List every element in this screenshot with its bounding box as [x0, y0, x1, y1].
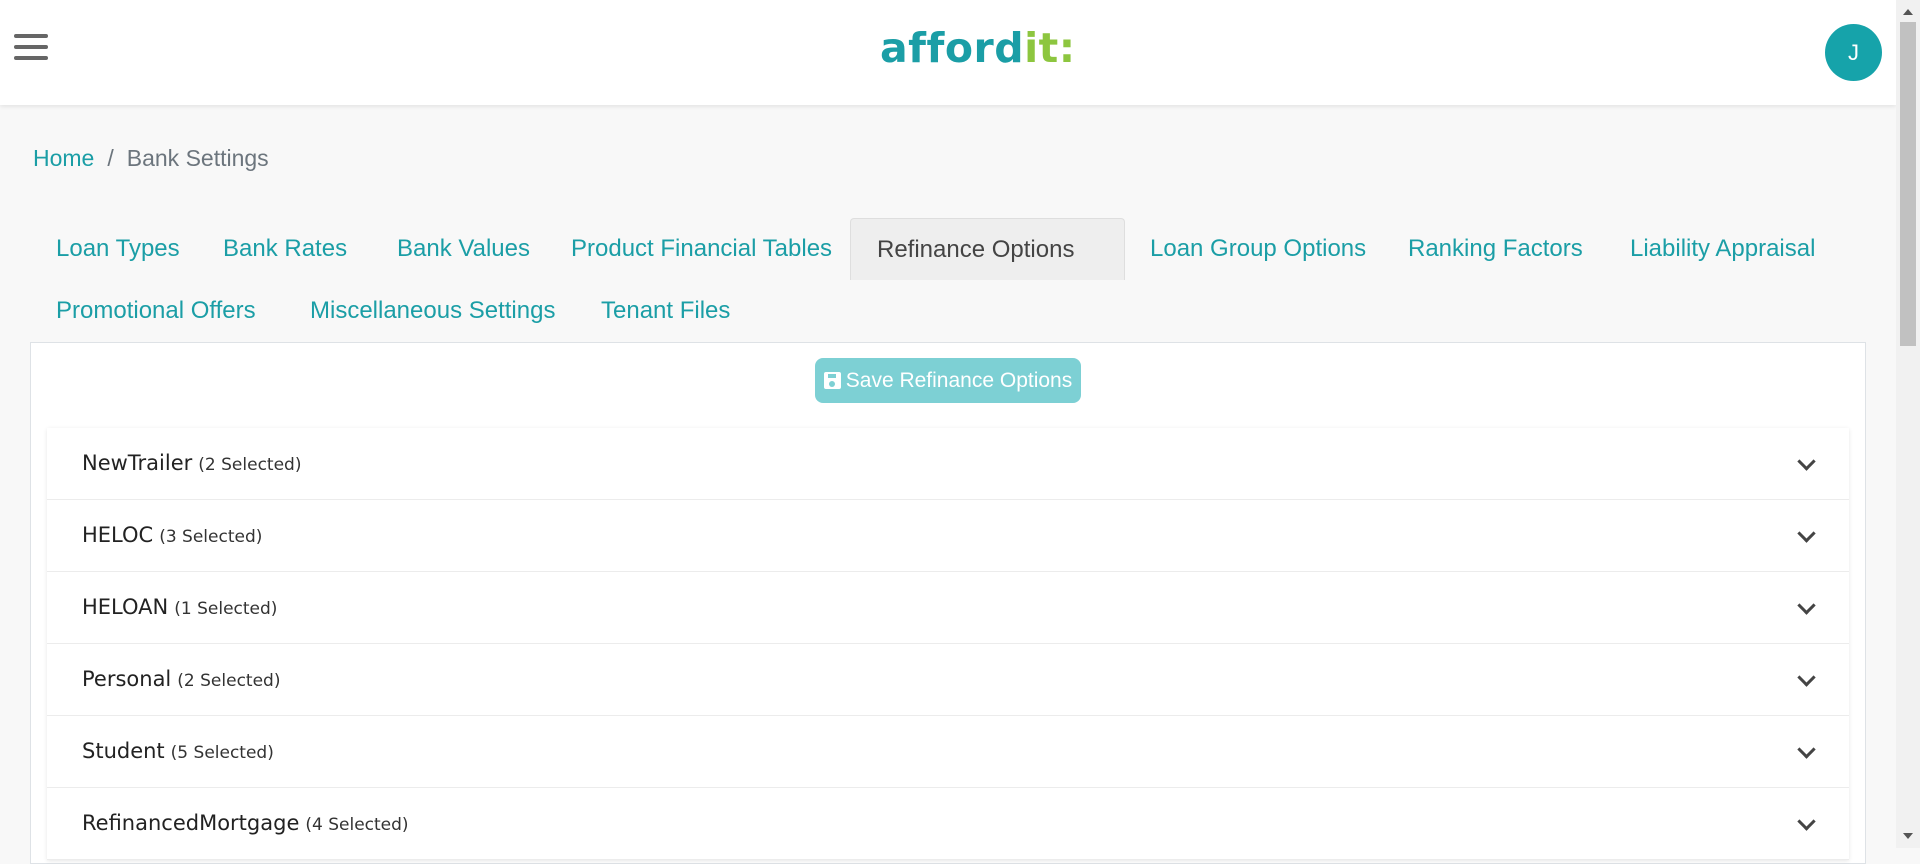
loan-type-accordion: NewTrailer (2 Selected) HELOC (3 Selected)… — [47, 428, 1849, 860]
top-navbar: affordit: J — [0, 0, 1896, 105]
tab-loan-group-options[interactable]: Loan Group Options — [1124, 218, 1392, 280]
selected-count: (2 Selected) — [177, 671, 281, 691]
tab-loan-types[interactable]: Loan Types — [30, 218, 206, 280]
chevron-down-icon[interactable] — [1797, 596, 1816, 615]
accordion-item-title: HELOAN (1 Selected) — [82, 595, 277, 619]
loan-type-name: Student — [82, 739, 165, 763]
tab-tenant-files[interactable]: Tenant Files — [575, 280, 756, 342]
chevron-down-icon[interactable] — [1797, 812, 1816, 831]
accordion-item-title: NewTrailer (2 Selected) — [82, 451, 301, 475]
accordion-item-personal[interactable]: Personal (2 Selected) — [47, 644, 1849, 716]
scroll-down-arrow-icon[interactable] — [1903, 833, 1913, 839]
chevron-down-icon[interactable] — [1797, 452, 1816, 471]
accordion-item-title: HELOC (3 Selected) — [82, 523, 262, 547]
breadcrumb: Home / Bank Settings — [33, 145, 269, 172]
chevron-down-icon[interactable] — [1797, 740, 1816, 759]
selected-count: (2 Selected) — [198, 455, 302, 475]
save-refinance-options-button[interactable]: Save Refinance Options — [815, 358, 1081, 403]
menu-icon[interactable] — [14, 34, 48, 68]
breadcrumb-home-link[interactable]: Home — [33, 145, 94, 171]
accordion-item-title: RefinancedMortgage (4 Selected) — [82, 811, 409, 835]
accordion-item-heloc[interactable]: HELOC (3 Selected) — [47, 500, 1849, 572]
tab-ranking-factors[interactable]: Ranking Factors — [1382, 218, 1609, 280]
loan-type-name: Personal — [82, 667, 172, 691]
selected-count: (1 Selected) — [174, 599, 278, 619]
tab-product-financial-tables[interactable]: Product Financial Tables — [545, 218, 858, 280]
accordion-item-heloan[interactable]: HELOAN (1 Selected) — [47, 572, 1849, 644]
accordion-item-refinancedmortgage[interactable]: RefinancedMortgage (4 Selected) — [47, 788, 1849, 860]
tab-bank-values[interactable]: Bank Values — [371, 218, 556, 280]
breadcrumb-separator: / — [107, 145, 114, 171]
accordion-item-newtrailer[interactable]: NewTrailer (2 Selected) — [47, 428, 1849, 500]
tab-miscellaneous-settings[interactable]: Miscellaneous Settings — [284, 280, 581, 342]
loan-type-name: HELOC — [82, 523, 154, 547]
breadcrumb-current: Bank Settings — [126, 145, 269, 171]
chevron-down-icon[interactable] — [1797, 524, 1816, 543]
selected-count: (5 Selected) — [170, 743, 274, 763]
save-icon — [823, 372, 841, 389]
accordion-item-title: Personal (2 Selected) — [82, 667, 280, 691]
tab-refinance-options[interactable]: Refinance Options — [850, 218, 1125, 280]
tab-bank-rates[interactable]: Bank Rates — [197, 218, 373, 280]
tab-promotional-offers[interactable]: Promotional Offers — [30, 280, 282, 342]
accordion-item-student[interactable]: Student (5 Selected) — [47, 716, 1849, 788]
user-avatar[interactable]: J — [1825, 24, 1882, 81]
logo-text-part1: afford — [880, 24, 1025, 72]
affordit-logo[interactable]: affordit: — [880, 24, 1076, 72]
loan-type-name: NewTrailer — [82, 451, 193, 475]
refinance-options-panel: Save Refinance Options NewTrailer (2 Sele… — [30, 342, 1866, 864]
logo-text-part2: it: — [1024, 24, 1076, 72]
selected-count: (4 Selected) — [305, 815, 409, 835]
loan-type-name: HELOAN — [82, 595, 169, 619]
tab-liability-appraisal[interactable]: Liability Appraisal — [1604, 218, 1841, 280]
page-scrollbar[interactable] — [1896, 0, 1920, 848]
save-button-label: Save Refinance Options — [845, 369, 1073, 392]
scroll-thumb[interactable] — [1900, 22, 1916, 346]
scroll-up-arrow-icon[interactable] — [1903, 9, 1913, 15]
chevron-down-icon[interactable] — [1797, 668, 1816, 687]
accordion-item-title: Student (5 Selected) — [82, 739, 274, 763]
loan-type-name: RefinancedMortgage — [82, 811, 300, 835]
selected-count: (3 Selected) — [159, 527, 263, 547]
